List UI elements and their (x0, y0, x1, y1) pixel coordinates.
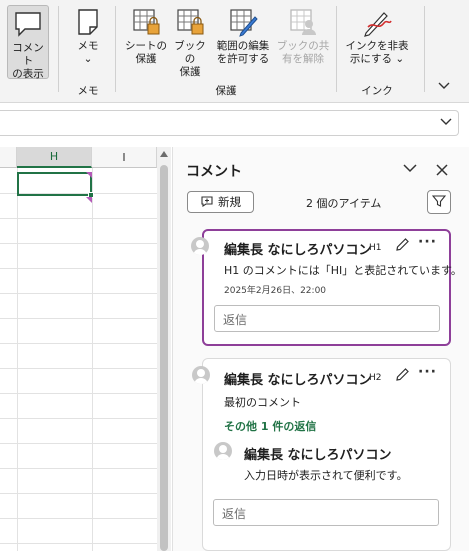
group-label-memo: メモ (77, 85, 99, 97)
comment-bubble-icon (13, 9, 43, 39)
row-gridline (0, 268, 157, 269)
separator (336, 6, 337, 92)
row-gridline (0, 468, 157, 469)
shared-book-icon (288, 7, 318, 37)
item-count: 2 個のアイテム (306, 197, 382, 210)
comment-cell-ref[interactable]: H1 (369, 243, 382, 253)
more-replies-link[interactable]: その他 1 件の返信 (224, 418, 316, 434)
hide-ink-button[interactable]: インクを非表 示にする ⌄ (342, 7, 412, 66)
avatar (192, 366, 210, 384)
edit-pencil-icon[interactable] (395, 367, 410, 386)
ribbon-collapse-chevron-icon[interactable] (438, 80, 450, 93)
note-icon (73, 7, 103, 37)
more-actions-icon[interactable]: ··· (418, 234, 437, 250)
vertical-scrollbar[interactable] (157, 147, 171, 551)
reply-author: 編集長 なにしろパソコン (244, 448, 392, 463)
separator (424, 6, 425, 92)
group-label-protect: 保護 (215, 85, 237, 97)
reply-input[interactable]: 返信 (214, 305, 440, 332)
comment-indicator-h1[interactable] (86, 172, 92, 178)
pane-title: コメント (186, 164, 242, 180)
row-gridline (0, 493, 157, 494)
edit-pencil-icon[interactable] (395, 237, 410, 256)
selected-cell-h1[interactable] (17, 172, 94, 198)
ink-pen-icon (362, 7, 392, 37)
row-gridline (0, 418, 157, 419)
filter-button[interactable] (427, 190, 451, 214)
protect-sheet-button[interactable]: シートの 保護 (122, 7, 170, 66)
reply-avatar (214, 442, 232, 460)
sheet-lock-icon (131, 7, 161, 37)
worksheet-grid[interactable]: H I (0, 147, 157, 551)
close-icon[interactable] (436, 162, 448, 180)
row-gridline (0, 393, 157, 394)
row-gridline (0, 518, 157, 519)
reply-input[interactable]: 返信 (213, 499, 439, 526)
filter-funnel-icon (431, 193, 447, 212)
comment-cell-ref[interactable]: H2 (369, 373, 382, 383)
column-header-blank (0, 147, 17, 168)
separator (115, 6, 116, 92)
reply-text: 入力日時が表示されて便利です。 (244, 469, 408, 482)
new-comment-icon (200, 195, 214, 210)
comment-timestamp: 2025年2月26日、22:00 (224, 286, 327, 296)
column-header-i[interactable]: I (92, 147, 157, 168)
comment-indicator-h2[interactable] (86, 197, 92, 203)
row-gridline (0, 443, 157, 444)
row-gridline (0, 368, 157, 369)
row-gridline (0, 293, 157, 294)
row-gridline (0, 318, 157, 319)
formula-bar[interactable] (0, 110, 459, 136)
new-comment-button[interactable]: 新規 (187, 191, 254, 213)
scrollbar-thumb[interactable] (160, 165, 168, 551)
show-comments-button[interactable]: コメント の表示 (7, 5, 49, 80)
scroll-up-arrow-icon[interactable] (160, 151, 168, 157)
avatar (191, 237, 209, 255)
comments-pane: コメント 新規 2 個のアイテム 編集長 なにしろパソコン H1 ··· H1 … (172, 147, 469, 551)
row-gridline (0, 243, 157, 244)
unshare-book-button[interactable]: ブックの共 有を解除 (276, 7, 330, 66)
row-gridline (0, 218, 157, 219)
comment-thread-h1[interactable]: 編集長 なにしろパソコン H1 ··· H1 のコメントには「HI」と表記されて… (191, 229, 462, 346)
row-gridline (0, 543, 157, 544)
comment-text: 最初のコメント (224, 396, 301, 409)
more-actions-icon[interactable]: ··· (418, 364, 437, 380)
separator (58, 6, 59, 92)
comment-author: 編集長 なにしろパソコン (224, 373, 372, 388)
allow-edit-ranges-button[interactable]: 範囲の編集 を許可する (212, 7, 274, 66)
column-header-h[interactable]: H (17, 147, 92, 168)
ribbon: コメント の表示 メモ ⌄ メモ シートの 保護 ブックの 保護 範囲の編集 を… (0, 0, 469, 103)
comment-text: H1 のコメントには「HI」と表記されています。 (224, 264, 462, 277)
group-label-ink: インク (361, 85, 393, 97)
protect-book-button[interactable]: ブックの 保護 (171, 7, 209, 79)
comment-author: 編集長 なにしろパソコン (224, 243, 372, 258)
book-lock-icon (175, 7, 205, 37)
comment-thread-h2[interactable]: 編集長 なにしろパソコン H2 ··· 最初のコメント その他 1 件の返信 編… (192, 358, 451, 551)
expand-formula-bar-chevron-icon[interactable] (440, 115, 452, 129)
pane-options-chevron-icon[interactable] (403, 159, 417, 177)
edit-range-icon (228, 7, 258, 37)
row-gridline (0, 343, 157, 344)
memo-button[interactable]: メモ ⌄ (68, 7, 108, 66)
